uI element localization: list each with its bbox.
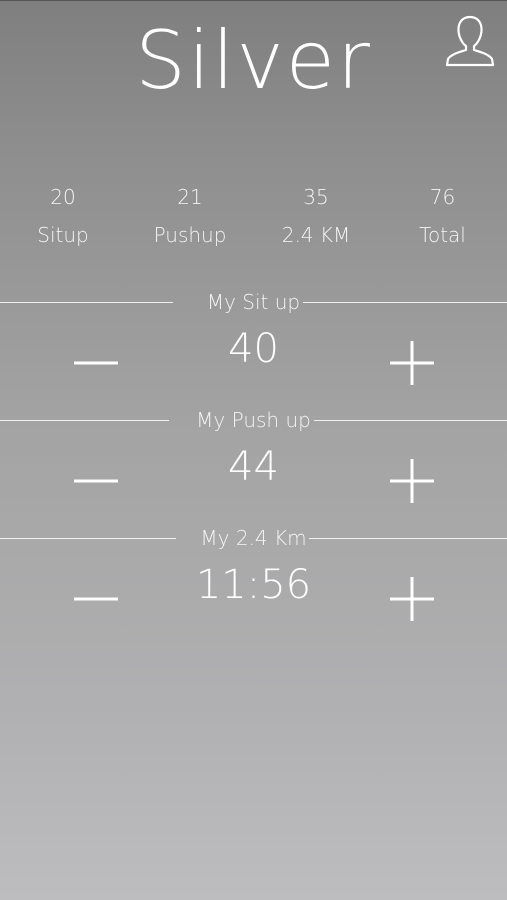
profile-button[interactable]: [445, 13, 495, 67]
stat-value: 76: [429, 185, 456, 209]
pushup-increment-button[interactable]: [382, 451, 442, 511]
divider-right: [314, 420, 507, 421]
run-decrement-button[interactable]: [66, 569, 126, 629]
run-increment-button[interactable]: [382, 569, 442, 629]
stat-run: 35 2.4 KM: [254, 179, 378, 255]
stat-label: Situp: [37, 223, 89, 247]
situp-section: My Sit up 40: [0, 287, 507, 397]
user-icon: [445, 15, 495, 67]
divider-right: [303, 302, 507, 303]
section-header: My Push up: [0, 405, 507, 435]
page-title: Silver: [135, 14, 372, 107]
stat-label: 2.4 KM: [281, 223, 351, 247]
stat-value: 20: [50, 185, 76, 209]
pushup-section: My Push up 44: [0, 405, 507, 515]
stat-label: Pushup: [153, 223, 227, 247]
plus-icon: [390, 577, 434, 621]
situp-increment-button[interactable]: [382, 333, 442, 393]
stat-label: Total: [419, 223, 466, 247]
minus-icon: [74, 361, 118, 365]
app-screen: Silver 20 Situp 21 Pushup 35 2.4 KM 76 T…: [0, 0, 507, 900]
situp-decrement-button[interactable]: [66, 333, 126, 393]
divider-right: [309, 538, 507, 539]
plus-icon: [390, 459, 434, 503]
minus-icon: [74, 479, 118, 483]
stat-situp: 20 Situp: [0, 179, 126, 255]
stat-value: 21: [177, 185, 203, 209]
run-section: My 2.4 Km 11:56: [0, 523, 507, 633]
stats-row: 20 Situp 21 Pushup 35 2.4 KM 76 Total: [0, 179, 507, 255]
stat-value: 35: [303, 185, 329, 209]
stat-pushup: 21 Pushup: [126, 179, 254, 255]
plus-icon: [390, 341, 434, 385]
section-header: My Sit up: [0, 287, 507, 317]
stat-total: 76 Total: [378, 179, 507, 255]
pushup-decrement-button[interactable]: [66, 451, 126, 511]
section-header: My 2.4 Km: [0, 523, 507, 553]
minus-icon: [74, 597, 118, 601]
